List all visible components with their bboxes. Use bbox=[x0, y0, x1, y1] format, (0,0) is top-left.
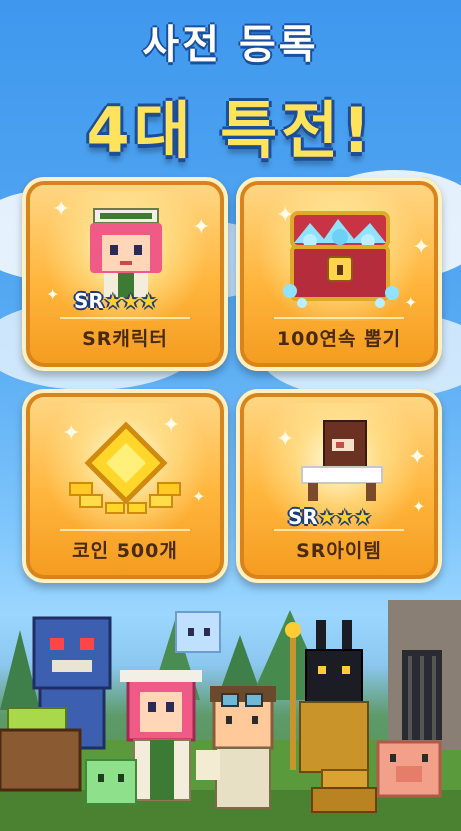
headline-four-benefits: 4대 특전! bbox=[86, 94, 375, 167]
headline-preregistration: 사전 등록 bbox=[142, 22, 319, 68]
character-scene-illustration bbox=[0, 600, 461, 831]
reward-label: 코인 500개 bbox=[72, 540, 178, 562]
treasure-chest-icon bbox=[283, 211, 399, 308]
rarity-stars: ★★★ bbox=[317, 505, 372, 529]
rarity-stars: ★★★ bbox=[103, 289, 158, 313]
reward-card-sr-item: ✦ ✦ ✦ SR★★★ SR아이템 bbox=[236, 389, 442, 583]
coin-icon bbox=[69, 421, 181, 514]
reward-card-500-coins: ✦ ✦ ✦ 코인 500개 bbox=[22, 389, 228, 583]
reward-label: SR캐릭터 bbox=[82, 328, 168, 350]
sr-rarity-badge: SR★★★ bbox=[288, 505, 372, 529]
sr-rarity-badge: SR★★★ bbox=[74, 289, 158, 313]
item-icon bbox=[301, 420, 383, 501]
reward-card-sr-character: ✦ ✦ ✦ SR★★★ SR캐릭터 bbox=[22, 177, 228, 371]
reward-label: 100연속 뽑기 bbox=[276, 328, 402, 350]
reward-card-100-pulls: ✦ ✦ ✦ 100연속 뽑기 bbox=[236, 177, 442, 371]
reward-label: SR아이템 bbox=[296, 540, 382, 562]
character-icon bbox=[90, 208, 162, 297]
